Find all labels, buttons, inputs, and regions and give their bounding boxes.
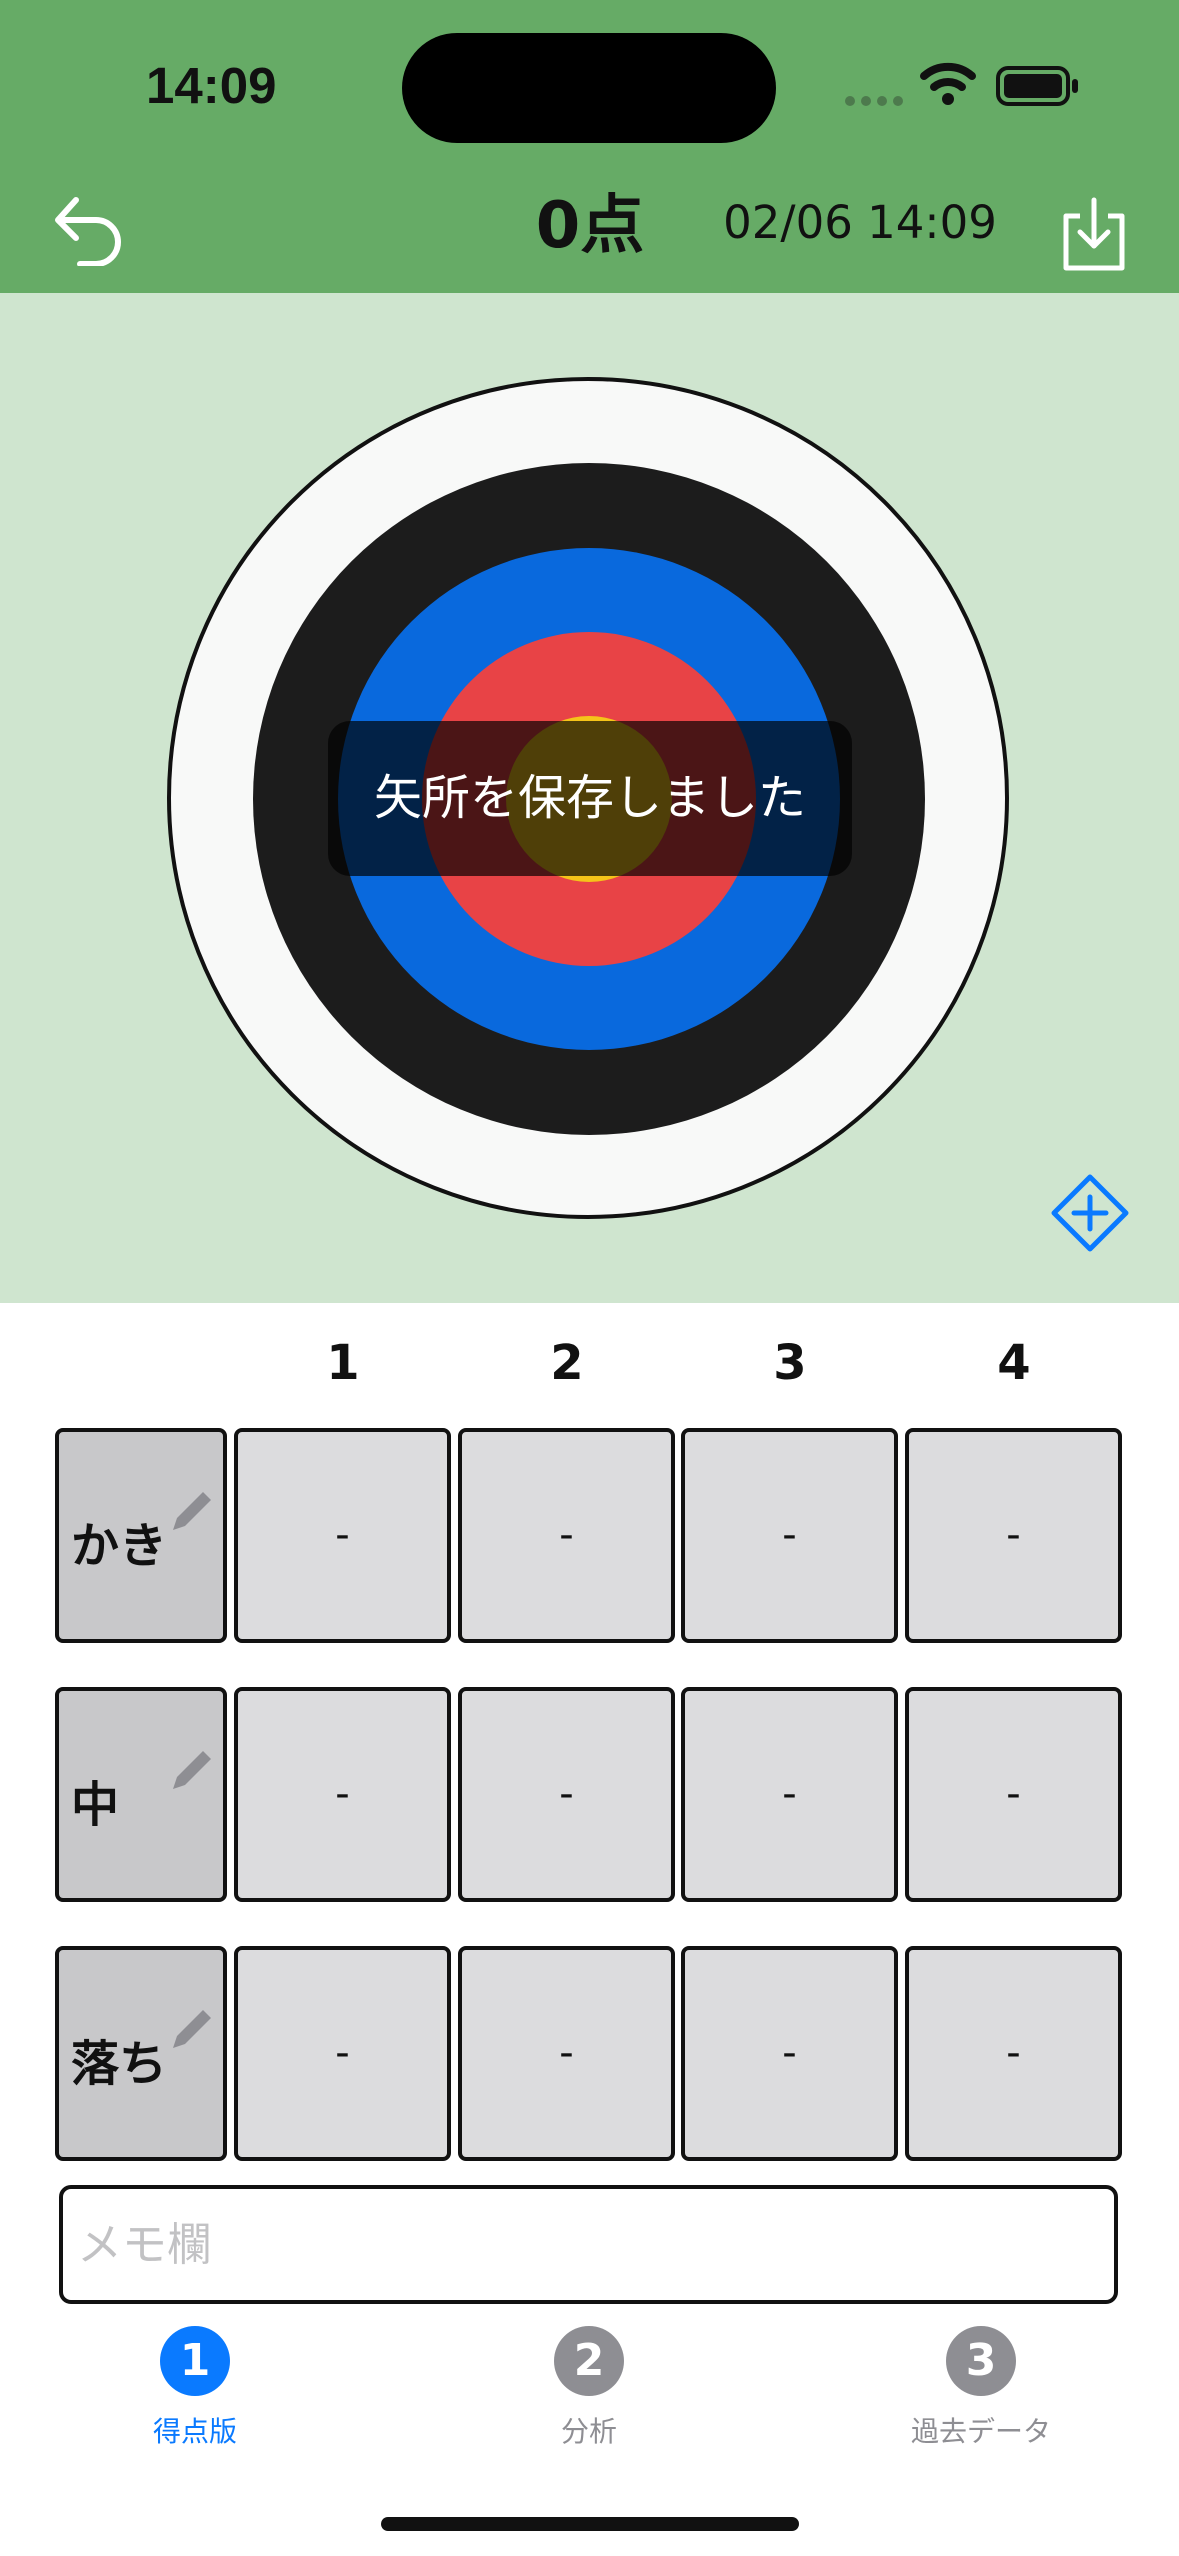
- pencil-icon[interactable]: [167, 2006, 215, 2054]
- header-bar: 14:09 0点 02/06 14:09: [0, 0, 1179, 293]
- score-cell[interactable]: -: [458, 1687, 675, 1902]
- row-label-naka[interactable]: 中: [55, 1687, 227, 1902]
- column-header-3: 3: [773, 1335, 807, 1391]
- total-score: 0点: [535, 189, 645, 263]
- score-cell[interactable]: -: [234, 1428, 451, 1643]
- score-cell[interactable]: -: [681, 1946, 898, 2161]
- tab-analysis[interactable]: 2 分析: [489, 2326, 689, 2450]
- row-label-text: かき: [71, 1518, 168, 1574]
- tab-number-badge: 3: [946, 2326, 1016, 2396]
- score-cell[interactable]: -: [458, 1946, 675, 2161]
- dynamic-island: [402, 33, 776, 143]
- cellular-signal-icon: [845, 96, 903, 106]
- score-cell[interactable]: -: [234, 1687, 451, 1902]
- home-indicator: [381, 2517, 799, 2531]
- tab-label: 得点版: [152, 2415, 237, 2448]
- save-download-icon[interactable]: [1058, 196, 1130, 272]
- score-cell[interactable]: -: [905, 1687, 1122, 1902]
- undo-arrow-icon[interactable]: [50, 190, 130, 266]
- pencil-icon[interactable]: [167, 1488, 215, 1536]
- add-arrow-diamond-icon[interactable]: [1050, 1173, 1130, 1253]
- status-time: 14:09: [146, 57, 277, 114]
- column-header-4: 4: [997, 1335, 1031, 1391]
- tab-label: 過去データ: [910, 2415, 1051, 2448]
- score-cell[interactable]: -: [905, 1946, 1122, 2161]
- memo-input[interactable]: メモ欄: [59, 2185, 1118, 2304]
- row-label-kaki[interactable]: かき: [55, 1428, 227, 1643]
- tab-past-data[interactable]: 3 過去データ: [881, 2326, 1081, 2450]
- row-label-text: 中: [71, 1777, 120, 1833]
- wifi-icon: [920, 62, 976, 105]
- saved-toast: 矢所を保存しました: [328, 721, 852, 876]
- session-date-time: 02/06 14:09: [723, 196, 997, 249]
- tab-scoreboard[interactable]: 1 得点版: [95, 2326, 295, 2450]
- target-area[interactable]: 矢所を保存しました: [0, 293, 1179, 1303]
- score-cell[interactable]: -: [681, 1428, 898, 1643]
- row-label-ochi[interactable]: 落ち: [55, 1946, 227, 2161]
- score-cell[interactable]: -: [234, 1946, 451, 2161]
- tab-label: 分析: [560, 2415, 617, 2448]
- column-header-2: 2: [550, 1335, 584, 1391]
- tab-number-badge: 1: [160, 2326, 230, 2396]
- battery-icon: [996, 66, 1078, 106]
- tab-number-badge: 2: [554, 2326, 624, 2396]
- score-cell[interactable]: -: [905, 1428, 1122, 1643]
- column-header-1: 1: [326, 1335, 360, 1391]
- score-cell[interactable]: -: [681, 1687, 898, 1902]
- score-cell[interactable]: -: [458, 1428, 675, 1643]
- row-label-text: 落ち: [71, 2036, 168, 2092]
- pencil-icon[interactable]: [167, 1747, 215, 1795]
